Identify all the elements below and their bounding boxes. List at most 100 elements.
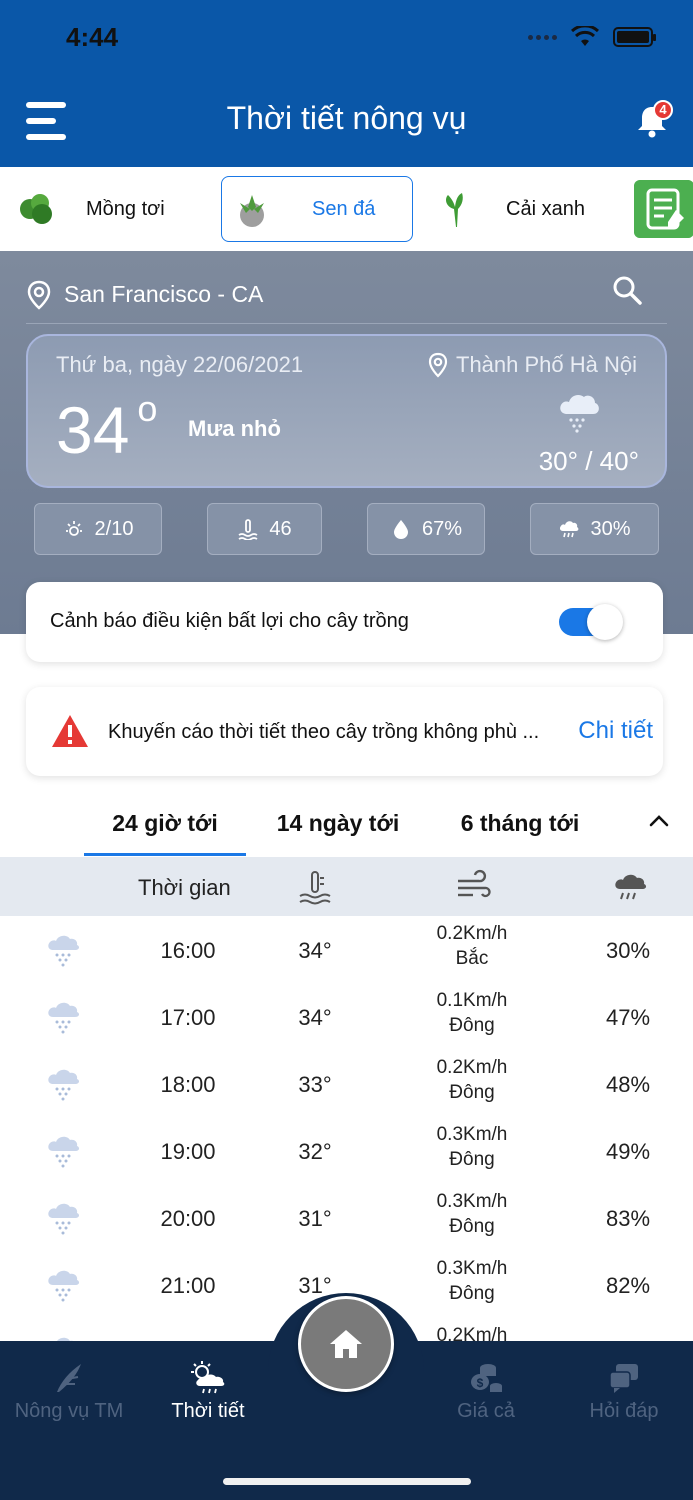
wind-speed: 0.3Km/h <box>436 1124 508 1145</box>
coins-icon: $ <box>471 1364 502 1392</box>
home-icon <box>330 1330 362 1358</box>
crop-tab-mong-toi[interactable]: Mồng tơi <box>16 176 216 242</box>
wind-speed: 0.2Km/h <box>436 923 508 944</box>
temperature-cell: 32° <box>298 1139 332 1164</box>
wind-speed: 0.3Km/h <box>436 1258 508 1279</box>
crop-tab-sen-da[interactable]: Sen đá <box>221 176 413 242</box>
temperature-column-icon <box>299 871 331 905</box>
advice-card: Khuyến cáo thời tiết theo cây trồng khôn… <box>26 687 663 776</box>
forecast-table-header: Thời gian <box>0 857 693 916</box>
active-tab-indicator <box>84 853 246 856</box>
home-button[interactable] <box>298 1296 394 1392</box>
time: 16:00 <box>160 938 216 963</box>
status-time: 4:44 <box>66 22 119 52</box>
svg-text:$: $ <box>477 1376 484 1390</box>
notes-icon[interactable] <box>634 180 693 238</box>
table-row: 16:00 34° 30% 0.2Km/h Bắc <box>0 918 693 985</box>
table-row: 18:00 33° 48% 0.2Km/h Đông <box>0 1052 693 1119</box>
page-title: Thời tiết nông vụ <box>226 100 467 136</box>
nav-hoi-dap[interactable]: Hỏi đáp <box>572 1360 676 1423</box>
weather-city[interactable]: Thành Phố Hà Nội <box>428 352 637 378</box>
wind-cell: 0.2Km/h Đông <box>410 1055 534 1105</box>
advice-detail-link[interactable]: Chi tiết <box>578 717 653 745</box>
time: 17:00 <box>160 1005 216 1030</box>
rain-chance-chip: 30% <box>530 503 659 555</box>
nav-label: Giá cả <box>457 1400 515 1422</box>
nav-nong-vu[interactable]: Nông vụ TM <box>6 1360 132 1423</box>
temperature-cell: 33° <box>298 1072 332 1097</box>
rain-cloud-icon <box>45 1265 81 1305</box>
notification-badge: 4 <box>653 100 673 120</box>
wind-speed: 0.2Km/h <box>436 1057 508 1078</box>
rain-chance-cell: 48% <box>605 1072 651 1097</box>
battery-icon <box>613 27 656 47</box>
wind-column-icon <box>458 869 491 898</box>
uv-index-chip: 2/10 <box>34 503 162 555</box>
current-temperature: 34 o <box>56 388 157 468</box>
wind-cell: 0.1Km/h Đông <box>410 988 534 1038</box>
crop-selector: Mồng tơi Sen đá Cải xanh <box>0 167 693 251</box>
warning-icon <box>52 715 88 747</box>
tab-14-days[interactable]: 14 ngày tới <box>262 810 414 837</box>
crop-label: Sen đá <box>312 197 376 220</box>
temp-index-value: 46 <box>269 517 292 540</box>
temperature-cell: 34° <box>298 1005 332 1030</box>
temperature-cell: 31° <box>298 1206 332 1231</box>
rain-cloud-icon <box>45 1198 81 1238</box>
alert-toggle[interactable] <box>559 604 623 640</box>
rain-chance-value: 30% <box>590 517 631 540</box>
wind-direction: Đông <box>449 1082 495 1103</box>
home-indicator <box>223 1478 471 1485</box>
wind-speed: 0.1Km/h <box>436 990 508 1011</box>
wind-cell: 0.3Km/h Đông <box>410 1256 534 1306</box>
app-header: 4:44 Thời tiết nông vụ 4 <box>0 0 693 167</box>
time-column-header: Thời gian <box>138 875 231 900</box>
table-row: 20:00 31° 83% 0.3Km/h Đông <box>0 1186 693 1253</box>
humidity-value: 67% <box>421 517 463 540</box>
rain-cloud-icon <box>45 1131 81 1171</box>
rain-cloud-icon <box>45 997 81 1037</box>
time: 19:00 <box>160 1139 216 1164</box>
weather-icon <box>191 1361 225 1394</box>
status-icons <box>528 26 656 48</box>
water-drop-icon <box>393 520 408 539</box>
farm-icon <box>57 1364 81 1392</box>
wind-direction: Bắc <box>455 948 489 969</box>
temperature-cell: 34° <box>298 938 332 963</box>
rain-cloud-icon <box>45 930 81 970</box>
wifi-icon <box>571 26 599 46</box>
nav-gia-ca[interactable]: $ Giá cả <box>436 1360 536 1423</box>
rain-cloud-icon <box>45 1064 81 1104</box>
temperature-index-chip: 46 <box>207 503 322 555</box>
time: 21:00 <box>160 1273 216 1298</box>
advice-text: Khuyến cáo thời tiết theo cây trồng khôn… <box>108 721 540 743</box>
nav-label: Nông vụ TM <box>14 1400 124 1422</box>
signal-icon <box>528 34 557 40</box>
time: 18:00 <box>160 1072 216 1097</box>
location-bar[interactable]: San Francisco - CA <box>26 266 667 324</box>
sun-icon <box>65 521 82 536</box>
tab-24-hours[interactable]: 24 giờ tới <box>84 810 246 837</box>
succulent-icon <box>240 195 264 227</box>
humidity-chip: 67% <box>367 503 485 555</box>
rain-column-icon <box>615 874 647 900</box>
crop-label: Mồng tơi <box>86 197 165 220</box>
crop-tab-cai-xanh[interactable]: Cải xanh <box>436 176 626 242</box>
location-pin-icon <box>27 280 51 310</box>
nav-thoi-tiet[interactable]: Thời tiết <box>150 1360 266 1423</box>
search-icon[interactable] <box>611 274 643 306</box>
chat-icon <box>609 1364 638 1393</box>
rain-chance-cell: 30% <box>605 938 651 963</box>
uv-value: 2/10 <box>94 517 134 540</box>
wind-cell: 0.3Km/h Đông <box>410 1122 534 1172</box>
rain-cloud-icon <box>560 394 599 433</box>
rain-chance-cell: 83% <box>605 1206 651 1231</box>
chevron-up-icon[interactable] <box>648 810 670 832</box>
tab-6-months[interactable]: 6 tháng tới <box>440 810 600 837</box>
temperature-range: 30° / 40° <box>538 446 639 476</box>
wind-cell: 0.2Km/h Bắc <box>410 921 534 971</box>
crop-alert-card: Cảnh báo điều kiện bất lợi cho cây trồng <box>26 582 663 662</box>
rain-cloud-icon <box>560 521 579 538</box>
crop-label: Cải xanh <box>506 197 585 220</box>
city-name: Thành Phố Hà Nội <box>456 352 637 377</box>
